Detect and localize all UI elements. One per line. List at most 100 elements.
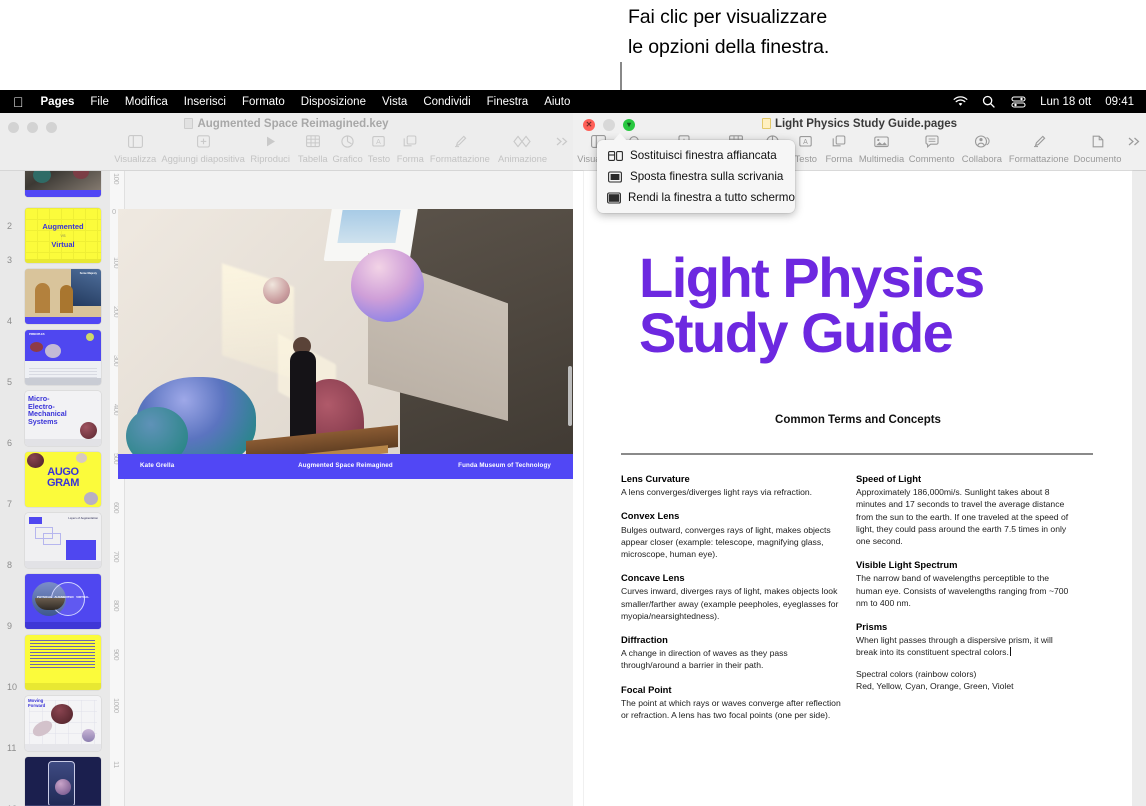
keynote-tool-forma[interactable]: Forma (394, 133, 427, 164)
menu-item-condividi[interactable]: Condividi (423, 96, 470, 108)
pages-window-title: Light Physics Study Guide.pages (573, 118, 1146, 130)
menubar-time[interactable]: 09:41 (1105, 96, 1134, 108)
pages-tool-multimedia[interactable]: Multimedia (857, 133, 906, 164)
slide-thumbnail-row[interactable]: 12 (0, 754, 110, 806)
slide-thumbnail[interactable] (25, 171, 101, 197)
apple-logo-icon[interactable]:  (13, 95, 24, 109)
pages-tool-commento[interactable]: Commento (906, 133, 957, 164)
term-body: A lens converges/diverges light rays via… (621, 487, 813, 498)
keynote-tool-tabella[interactable]: Tabella (295, 133, 332, 164)
menu-item-sostituisci-finestra-affiancata[interactable]: Sostituisci finestra affiancata (597, 145, 795, 166)
slide-canvas-area[interactable]: 100 0 100 200 300 400 500 600 700 800 90… (110, 171, 573, 806)
document-title-line-1: Light Physics (639, 246, 985, 309)
keynote-tool-aggiungi-diapositiva[interactable]: Aggiungi diapositiva (160, 133, 245, 164)
pages-tool-documento[interactable]: Documento (1071, 133, 1124, 164)
current-slide[interactable]: Kate Grella Augmented Space Reimagined F… (118, 209, 573, 479)
spectral-colors-line-2: Red, Yellow, Cyan, Orange, Green, Violet (856, 680, 1014, 691)
slide-thumbnail-row[interactable]: 5 PRINCIPLES (0, 327, 110, 389)
slide-thumbnail-row[interactable]: 9 PHYSICAL AUGMENTED VIRTUAL (0, 571, 110, 633)
svg-text:A: A (377, 139, 382, 146)
menu-item-inserisci[interactable]: Inserisci (184, 96, 226, 108)
menubar-date[interactable]: Lun 18 ott (1040, 96, 1091, 108)
slide-thumbnail[interactable]: Micro- Electro- Mechanical Systems (25, 391, 101, 446)
keynote-tool-label: Riproduci (250, 153, 290, 164)
keynote-tool-label: Tabella (297, 153, 328, 164)
menu-item-formato[interactable]: Formato (242, 96, 285, 108)
slide-number: 9 (7, 620, 13, 631)
slide-thumbnail[interactable]: PRINCIPLES (25, 330, 101, 385)
menu-item-aiuto[interactable]: Aiuto (544, 96, 570, 108)
term-heading: Diffraction (621, 634, 668, 646)
pages-tool-more[interactable] (1124, 133, 1146, 150)
menu-item-label: Sposta finestra sulla scrivania (630, 170, 784, 183)
slide-thumbnail[interactable]: AUGO GRAM (25, 452, 101, 507)
comment-icon (925, 133, 939, 150)
media-icon (874, 133, 889, 150)
slide-thumbnail[interactable] (25, 635, 101, 690)
control-center-icon[interactable] (1011, 95, 1026, 108)
document-divider (621, 453, 1093, 455)
slide-number: 11 (7, 742, 17, 753)
slide-thumbnail[interactable] (25, 757, 101, 806)
canvas-scrollbar[interactable] (568, 366, 572, 426)
pages-scrollbar[interactable] (1132, 171, 1146, 806)
slide-thumbnail-row[interactable]: 3 Augmented VS Virtual (0, 205, 110, 267)
document-left-column[interactable]: Lens Curvature A lens converges/diverges… (621, 473, 841, 733)
keynote-tool-grafico[interactable]: Grafico (331, 133, 364, 164)
slide-thumbnail[interactable]: Layers of Augmentation (25, 513, 101, 568)
term-block: Convex Lens Bulges outward, converges ra… (621, 510, 841, 560)
pages-tool-testo[interactable]: A Testo (791, 133, 822, 164)
window-options-menu[interactable]: Sostituisci finestra affiancata Sposta f… (597, 133, 795, 213)
pages-document-canvas[interactable]: Light Physics Study Guide Common Terms a… (584, 171, 1132, 806)
keynote-toolbar: Visualizza Aggiungi diapositiva Riproduc… (110, 133, 573, 171)
term-body: A change in direction of waves as they p… (621, 648, 788, 671)
shape-icon (403, 133, 417, 150)
thumb-text: Some Majesty (79, 272, 97, 275)
pages-tool-collabora[interactable]: Collabora (957, 133, 1006, 164)
slide-thumbnail-row[interactable]: 6 Micro- Electro- Mechanical Systems (0, 388, 110, 450)
slide-thumbnail[interactable]: Moving Forward (25, 696, 101, 751)
menu-item-sposta-finestra-scrivania[interactable]: Sposta finestra sulla scrivania (597, 166, 795, 187)
menu-item-rendi-finestra-tutto-schermo[interactable]: Rendi la finestra a tutto schermo (597, 187, 795, 208)
slide-thumbnail-row[interactable]: 4 Some Majesty (0, 266, 110, 328)
slide-thumbnail-row[interactable]: 11 Moving Forward (0, 693, 110, 755)
wifi-icon[interactable] (953, 95, 968, 108)
keynote-tool-label: Forma (396, 153, 424, 164)
keynote-tool-formattazione[interactable]: Formattazione (427, 133, 493, 164)
menu-item-label: Rendi la finestra a tutto schermo (628, 191, 795, 204)
keynote-tool-riproduci[interactable]: Riproduci (246, 133, 295, 164)
slide-thumbnail[interactable]: Augmented VS Virtual (25, 208, 101, 263)
menu-item-disposizione[interactable]: Disposizione (301, 96, 366, 108)
text-icon: A (372, 133, 386, 150)
document-subtitle: Common Terms and Concepts (775, 414, 941, 426)
spectral-colors-line-1: Spectral colors (rainbow colors) (856, 668, 977, 679)
slide-thumbnail[interactable]: Some Majesty (25, 269, 101, 324)
pages-tool-formattazione[interactable]: Formattazione (1007, 133, 1072, 164)
keynote-tool-more[interactable] (552, 133, 573, 150)
keynote-titlebar: Augmented Space Reimagined.key Visualizz… (0, 113, 573, 171)
keynote-tool-animazione[interactable]: Animazione (493, 133, 552, 164)
slide-navigator[interactable]: 2 3 Augmented VS Virtual 4 Some Majesty … (0, 171, 110, 806)
menu-item-finestra[interactable]: Finestra (487, 96, 529, 108)
term-body: When light passes through a dispersive p… (856, 635, 1053, 658)
slide-thumbnail-row[interactable]: 10 (0, 632, 110, 694)
keynote-tool-visualizza[interactable]: Visualizza (110, 133, 160, 164)
slide-thumbnail-row[interactable]: 7 AUGO GRAM (0, 449, 110, 511)
slide-thumbnail-row[interactable]: 8 Layers of Augmentation (0, 510, 110, 572)
menu-item-pages[interactable]: Pages (41, 96, 75, 108)
menu-item-vista[interactable]: Vista (382, 96, 407, 108)
ruler-label: 11 (112, 761, 121, 768)
keynote-tool-label: Grafico (332, 153, 363, 164)
search-icon[interactable] (982, 95, 997, 108)
term-heading: Lens Curvature (621, 473, 690, 484)
keynote-window: Augmented Space Reimagined.key Visualizz… (0, 113, 573, 806)
menu-item-file[interactable]: File (90, 96, 109, 108)
slide-thumbnail[interactable]: PHYSICAL AUGMENTED VIRTUAL (25, 574, 101, 629)
pages-tool-forma[interactable]: Forma (821, 133, 857, 164)
ruler-label: 1000 (112, 698, 121, 713)
keynote-tool-testo[interactable]: A Testo (364, 133, 394, 164)
menu-item-modifica[interactable]: Modifica (125, 96, 168, 108)
pages-tool-label: Formattazione (1008, 153, 1069, 164)
pages-window: ✕ ▾ Light Physics Study Guide.pages Visu… (573, 113, 1146, 806)
document-right-column[interactable]: Speed of Light Approximately 186,000mi/s… (856, 473, 1071, 692)
